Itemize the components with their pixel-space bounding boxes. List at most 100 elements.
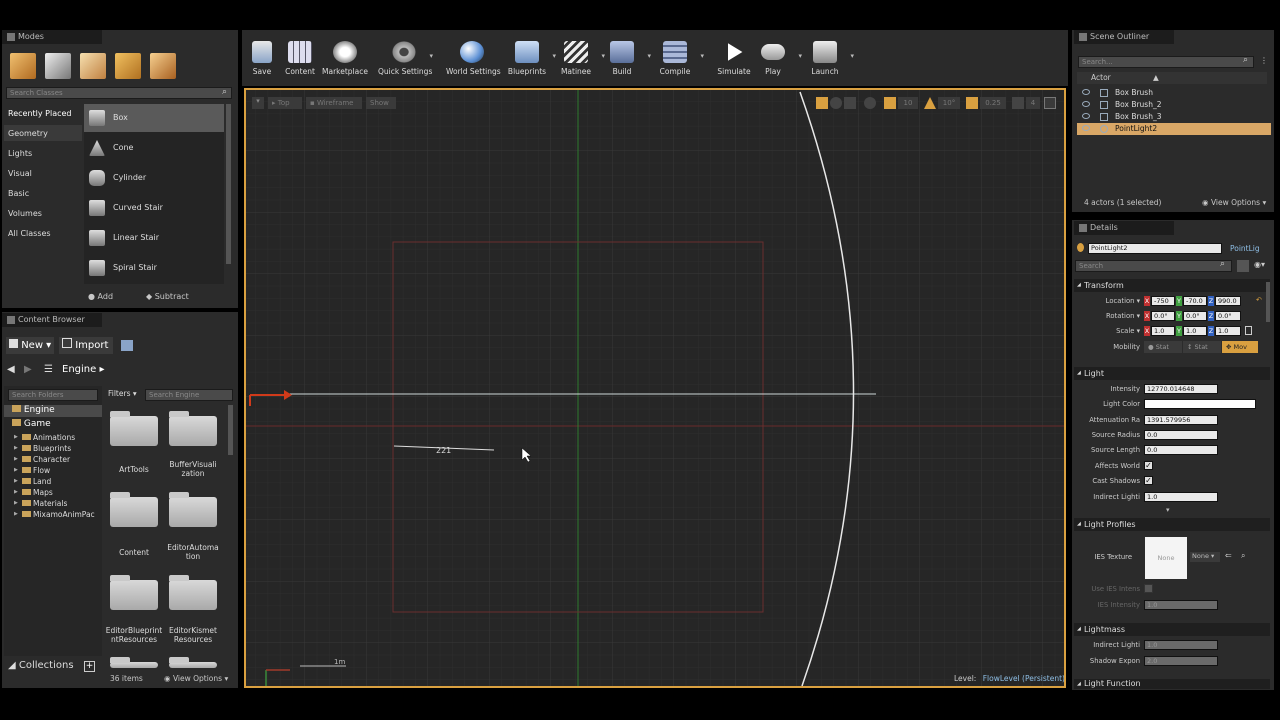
transform-section-header[interactable]: Transform — [1074, 279, 1270, 292]
outliner-row[interactable]: Box Brush — [1077, 87, 1271, 99]
rotation-label[interactable]: Rotation ▾ — [1078, 312, 1140, 320]
place-item-cone[interactable]: Cone — [84, 134, 224, 162]
details-search-input[interactable]: Search — [1075, 260, 1232, 272]
place-item-curved-stair[interactable]: Curved Stair — [84, 194, 224, 222]
rotation-z-input[interactable]: 0.0° — [1215, 311, 1241, 321]
property-matrix-icon[interactable] — [1237, 260, 1249, 272]
launch-button[interactable]: Launch ▾ — [799, 38, 854, 80]
use-ies-intensity-checkbox[interactable] — [1144, 584, 1153, 593]
world-local-icon[interactable] — [864, 97, 876, 109]
place-list-scrollbar[interactable] — [226, 104, 231, 264]
scale-snap-icon[interactable] — [966, 97, 978, 109]
outliner-header[interactable]: Actor ▲ — [1077, 72, 1267, 84]
category-geometry[interactable]: Geometry — [8, 129, 48, 138]
tree-item-blueprints[interactable]: Blueprints — [14, 444, 71, 453]
tree-item-materials[interactable]: Materials — [14, 499, 68, 508]
blueprints-button[interactable]: Blueprints ▾ — [501, 38, 556, 80]
category-lights[interactable]: Lights — [8, 149, 32, 158]
intensity-input[interactable]: 12770.014648 — [1144, 384, 1218, 394]
ies-texture-thumbnail[interactable]: None — [1145, 537, 1187, 579]
tree-item-flow[interactable]: Flow — [14, 466, 50, 475]
brush-subtract-radio[interactable]: ◆ Subtract — [146, 292, 189, 301]
eye-icon[interactable] — [1082, 89, 1090, 95]
rotation-snap-value[interactable]: 10° — [938, 97, 960, 109]
tree-item-mixamo[interactable]: MixamoAnimPac — [14, 510, 95, 519]
tree-item-maps[interactable]: Maps — [14, 488, 53, 497]
outliner-settings-icon[interactable]: ⋮ — [1260, 56, 1269, 68]
cast-shadows-checkbox[interactable]: ✓ — [1144, 476, 1153, 485]
advanced-expand-icon[interactable]: ▾ — [1166, 506, 1170, 514]
shadow-exponent-input[interactable]: 2.0 — [1144, 656, 1218, 666]
mobility-stationary-button[interactable]: ↕ Stat — [1183, 341, 1221, 353]
category-volumes[interactable]: Volumes — [8, 209, 42, 218]
place-item-spiral-stair[interactable]: Spiral Stair — [84, 254, 224, 282]
path-list-icon[interactable]: ☰ — [44, 364, 53, 375]
source-length-input[interactable]: 0.0 — [1144, 445, 1218, 455]
mobility-movable-button[interactable]: ✥ Mov — [1222, 341, 1258, 353]
folder-search-input[interactable]: Search Folders — [8, 389, 98, 401]
outliner-view-options-button[interactable]: ◉ View Options ▾ — [1202, 198, 1266, 207]
marketplace-button[interactable]: Marketplace — [319, 38, 371, 80]
outliner-row-selected[interactable]: PointLight2 — [1077, 123, 1271, 135]
scale-snap-value[interactable]: 0.25 — [980, 97, 1006, 109]
details-tab[interactable]: Details — [1074, 221, 1174, 235]
location-y-input[interactable]: -70.0 — [1183, 296, 1207, 306]
path-breadcrumb[interactable]: Engine ▸ — [62, 364, 104, 375]
import-button[interactable]: Import — [59, 337, 113, 354]
folder-buffervisualization[interactable] — [169, 411, 217, 446]
place-item-cylinder[interactable]: Cylinder — [84, 164, 224, 192]
eye-icon[interactable] — [1082, 101, 1090, 107]
folder-partial-1[interactable] — [110, 657, 158, 668]
maximize-viewport-icon[interactable] — [1044, 97, 1056, 109]
folder-editorblueprintresources[interactable] — [110, 575, 158, 610]
lm-indirect-input[interactable]: 1.0 — [1144, 640, 1218, 650]
cb-view-options-button[interactable]: ◉ View Options ▾ — [164, 674, 228, 683]
scale-label[interactable]: Scale ▾ — [1078, 327, 1140, 335]
reset-arrow-icon[interactable]: ↶ — [1256, 296, 1262, 304]
outliner-row[interactable]: Box Brush_3 — [1077, 111, 1271, 123]
tree-item-animations[interactable]: Animations — [14, 433, 75, 442]
compile-button[interactable]: Compile ▾ — [649, 38, 704, 80]
new-button[interactable]: New ▾ — [6, 337, 54, 354]
lock-icon[interactable] — [1245, 326, 1252, 335]
light-color-swatch[interactable] — [1144, 399, 1256, 409]
place-item-box[interactable]: Box — [84, 104, 224, 132]
rotate-tool-icon[interactable] — [830, 97, 842, 109]
play-button[interactable]: Play ▾ — [747, 38, 802, 80]
details-scrollbar[interactable] — [1266, 282, 1270, 322]
light-function-section-header[interactable]: Light Function — [1074, 679, 1270, 689]
browse-search-icon[interactable]: ⌕ — [1241, 551, 1245, 561]
rotation-y-input[interactable]: 0.0° — [1183, 311, 1207, 321]
save-all-icon[interactable] — [121, 340, 133, 351]
details-view-options-icon[interactable]: ◉▾ — [1254, 260, 1265, 269]
translate-tool-icon[interactable] — [816, 97, 828, 109]
light-section-header[interactable]: Light — [1074, 367, 1270, 380]
quick-settings-button[interactable]: Quick Settings ▾ — [378, 38, 433, 80]
tree-item-land[interactable]: Land — [14, 477, 52, 486]
back-arrow-icon[interactable]: ◀ — [7, 364, 15, 375]
grid-snap-value[interactable]: 10 — [898, 97, 918, 109]
world-settings-button[interactable]: World Settings — [446, 38, 501, 80]
ies-intensity-input[interactable]: 1.0 — [1144, 600, 1218, 610]
class-search-input[interactable]: Search Classes — [6, 87, 232, 99]
actor-name-input[interactable]: PointLight2 — [1088, 243, 1222, 254]
place-mode-icon[interactable] — [10, 53, 36, 79]
viewport-top-button[interactable]: ▸ Top — [268, 97, 302, 109]
category-recently-placed[interactable]: Recently Placed — [8, 109, 72, 118]
outliner-search-input[interactable]: Search... — [1078, 56, 1254, 68]
grid-snap-icon[interactable] — [884, 97, 896, 109]
affects-world-checkbox[interactable]: ✓ — [1144, 461, 1153, 470]
folder-content[interactable] — [110, 492, 158, 527]
location-x-input[interactable]: -750 — [1151, 296, 1175, 306]
source-radius-input[interactable]: 0.0 — [1144, 430, 1218, 440]
scale-x-input[interactable]: 1.0 — [1151, 326, 1175, 336]
landscape-mode-icon[interactable] — [80, 53, 106, 79]
location-label[interactable]: Location ▾ — [1078, 297, 1140, 305]
asset-scrollbar[interactable] — [228, 405, 233, 455]
tree-game[interactable]: Game — [12, 419, 51, 429]
foliage-mode-icon[interactable] — [115, 53, 141, 79]
matinee-button[interactable]: Matinee ▾ — [550, 38, 605, 80]
tree-item-character[interactable]: Character — [14, 455, 70, 464]
scale-z-input[interactable]: 1.0 — [1215, 326, 1241, 336]
indirect-input[interactable]: 1.0 — [1144, 492, 1218, 502]
